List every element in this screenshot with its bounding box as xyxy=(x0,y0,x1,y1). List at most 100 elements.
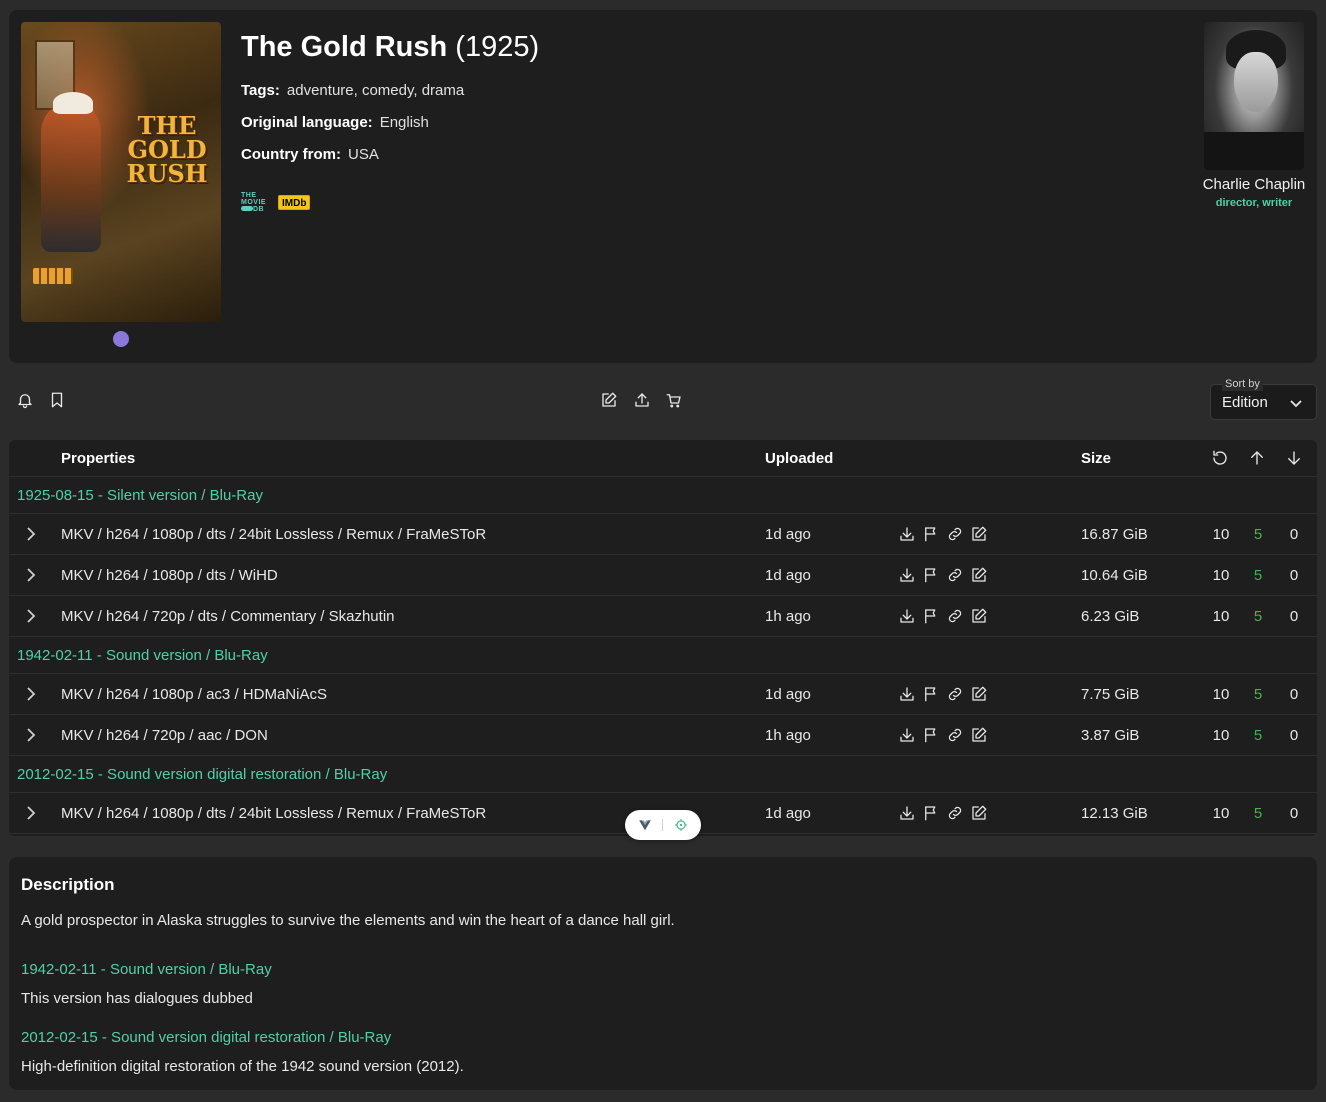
external-links: THE MOVIE DB IMDb xyxy=(241,191,311,213)
flag-icon[interactable] xyxy=(922,804,940,822)
cart-icon[interactable] xyxy=(665,391,683,409)
uploaded-time: 1d ago xyxy=(765,526,811,543)
leechers-count: 0 xyxy=(1289,805,1299,822)
row-actions xyxy=(898,685,988,703)
edit-icon[interactable] xyxy=(970,525,988,543)
snatched-count: 10 xyxy=(1212,526,1230,543)
person-photo[interactable] xyxy=(1204,22,1304,170)
flag-icon[interactable] xyxy=(922,726,940,744)
chevron-right-icon[interactable] xyxy=(26,609,36,623)
edition-group-label[interactable]: 1925-08-15 - Silent version / Blu-Ray xyxy=(17,487,263,504)
tags-value[interactable]: adventure, comedy, drama xyxy=(287,82,464,99)
seeders-count: 5 xyxy=(1253,526,1263,543)
imdb-link[interactable]: IMDb xyxy=(278,194,311,210)
chevron-right-icon[interactable] xyxy=(26,687,36,701)
seeders-count: 5 xyxy=(1253,727,1263,744)
divider xyxy=(662,819,663,831)
person-name[interactable]: Charlie Chaplin xyxy=(1195,176,1313,194)
uploaded-time: 1d ago xyxy=(765,567,811,584)
table-row[interactable]: MKV / h264 / 1080p / dts / 24bit Lossles… xyxy=(9,514,1317,555)
movie-poster[interactable]: THE GOLD RUSH xyxy=(21,22,221,322)
chevron-right-icon[interactable] xyxy=(26,568,36,582)
edit-icon[interactable] xyxy=(970,566,988,584)
snatched-count: 10 xyxy=(1212,686,1230,703)
chevron-right-icon[interactable] xyxy=(26,806,36,820)
torrent-properties[interactable]: MKV / h264 / 1080p / dts / 24bit Lossles… xyxy=(61,526,486,543)
flag-icon[interactable] xyxy=(922,685,940,703)
table-row[interactable]: MKV / h264 / 720p / aac / DON 1h ago 3.87 … xyxy=(9,715,1317,756)
edition-link[interactable]: 1942-02-11 - Sound version / Blu-Ray xyxy=(21,961,272,978)
bookmark-icon[interactable] xyxy=(48,391,66,409)
table-row[interactable]: MKV / h264 / 1080p / dts / WiHD 1d ago 10.… xyxy=(9,555,1317,596)
page-title: The Gold Rush (1925) xyxy=(241,30,539,64)
edit-icon[interactable] xyxy=(600,391,618,409)
crosshair-icon[interactable] xyxy=(674,818,688,832)
torrent-size: 6.23 GiB xyxy=(1081,608,1140,625)
arrow-down-icon[interactable] xyxy=(1285,449,1303,467)
leechers-count: 0 xyxy=(1289,727,1299,744)
link-icon[interactable] xyxy=(946,685,964,703)
leechers-count: 0 xyxy=(1289,608,1299,625)
properties-header[interactable]: Properties xyxy=(61,450,135,467)
edit-icon[interactable] xyxy=(970,607,988,625)
edit-icon[interactable] xyxy=(970,804,988,822)
link-icon[interactable] xyxy=(946,804,964,822)
download-icon[interactable] xyxy=(898,685,916,703)
edit-icon[interactable] xyxy=(970,726,988,744)
tmdb-link[interactable]: THE MOVIE DB xyxy=(241,191,272,213)
download-icon[interactable] xyxy=(898,726,916,744)
row-actions xyxy=(898,607,988,625)
edition-description: High-definition digital restoration of t… xyxy=(21,1058,464,1075)
download-icon[interactable] xyxy=(898,804,916,822)
poster-hat xyxy=(53,92,93,114)
torrent-properties[interactable]: MKV / h264 / 1080p / dts / 24bit Lossles… xyxy=(61,805,486,822)
link-icon[interactable] xyxy=(946,726,964,744)
download-icon[interactable] xyxy=(898,607,916,625)
seeders-count: 5 xyxy=(1253,608,1263,625)
link-icon[interactable] xyxy=(946,525,964,543)
edition-group-row: 1942-02-11 - Sound version / Blu-Ray xyxy=(9,637,1317,674)
description-panel: Description A gold prospector in Alaska … xyxy=(9,857,1317,1090)
movie-header: THE GOLD RUSH The Gold Rush (1925) Tags:… xyxy=(9,10,1317,363)
table-row[interactable]: MKV / h264 / 720p / dts / Commentary / S… xyxy=(9,596,1317,637)
devtools-toggle[interactable] xyxy=(625,810,701,840)
size-header[interactable]: Size xyxy=(1081,450,1111,467)
torrent-properties[interactable]: MKV / h264 / 1080p / ac3 / HDMaNiAcS xyxy=(61,686,327,703)
chevron-right-icon[interactable] xyxy=(26,527,36,541)
flag-icon[interactable] xyxy=(922,525,940,543)
link-icon[interactable] xyxy=(946,607,964,625)
row-actions xyxy=(898,525,988,543)
snatched-count: 10 xyxy=(1212,805,1230,822)
download-icon[interactable] xyxy=(898,566,916,584)
snatched-count: 10 xyxy=(1212,608,1230,625)
arrow-up-icon[interactable] xyxy=(1248,449,1266,467)
carousel-dot[interactable] xyxy=(113,331,129,347)
bell-icon[interactable] xyxy=(16,391,34,409)
table-row[interactable]: MKV / h264 / 1080p / ac3 / HDMaNiAcS 1d a… xyxy=(9,674,1317,715)
uploaded-header[interactable]: Uploaded xyxy=(765,450,833,467)
sort-by-select[interactable]: Sort by Edition xyxy=(1210,377,1317,420)
download-icon[interactable] xyxy=(898,525,916,543)
leechers-count: 0 xyxy=(1289,567,1299,584)
vue-icon[interactable] xyxy=(638,818,652,832)
edition-group-label[interactable]: 1942-02-11 - Sound version / Blu-Ray xyxy=(17,647,268,664)
torrent-properties[interactable]: MKV / h264 / 720p / aac / DON xyxy=(61,727,268,744)
edition-group-label[interactable]: 2012-02-15 - Sound version digital resto… xyxy=(17,766,387,783)
upload-icon[interactable] xyxy=(633,391,651,409)
torrent-properties[interactable]: MKV / h264 / 1080p / dts / WiHD xyxy=(61,567,278,584)
link-icon[interactable] xyxy=(946,566,964,584)
flag-icon[interactable] xyxy=(922,607,940,625)
edition-link[interactable]: 2012-02-15 - Sound version digital resto… xyxy=(21,1029,391,1046)
torrent-size: 10.64 GiB xyxy=(1081,567,1148,584)
credit-card[interactable]: Charlie Chaplin director, writer xyxy=(1195,22,1313,209)
poster-title: THE GOLD RUSH xyxy=(126,111,208,188)
seeders-count: 5 xyxy=(1253,567,1263,584)
torrent-properties[interactable]: MKV / h264 / 720p / dts / Commentary / S… xyxy=(61,608,395,625)
language-label: Original language: xyxy=(241,114,373,131)
edit-icon[interactable] xyxy=(970,685,988,703)
person-roles: director, writer xyxy=(1215,197,1293,209)
edition-group-row: 2012-02-15 - Sound version digital resto… xyxy=(9,756,1317,793)
refresh-icon[interactable] xyxy=(1211,449,1229,467)
chevron-right-icon[interactable] xyxy=(26,728,36,742)
flag-icon[interactable] xyxy=(922,566,940,584)
